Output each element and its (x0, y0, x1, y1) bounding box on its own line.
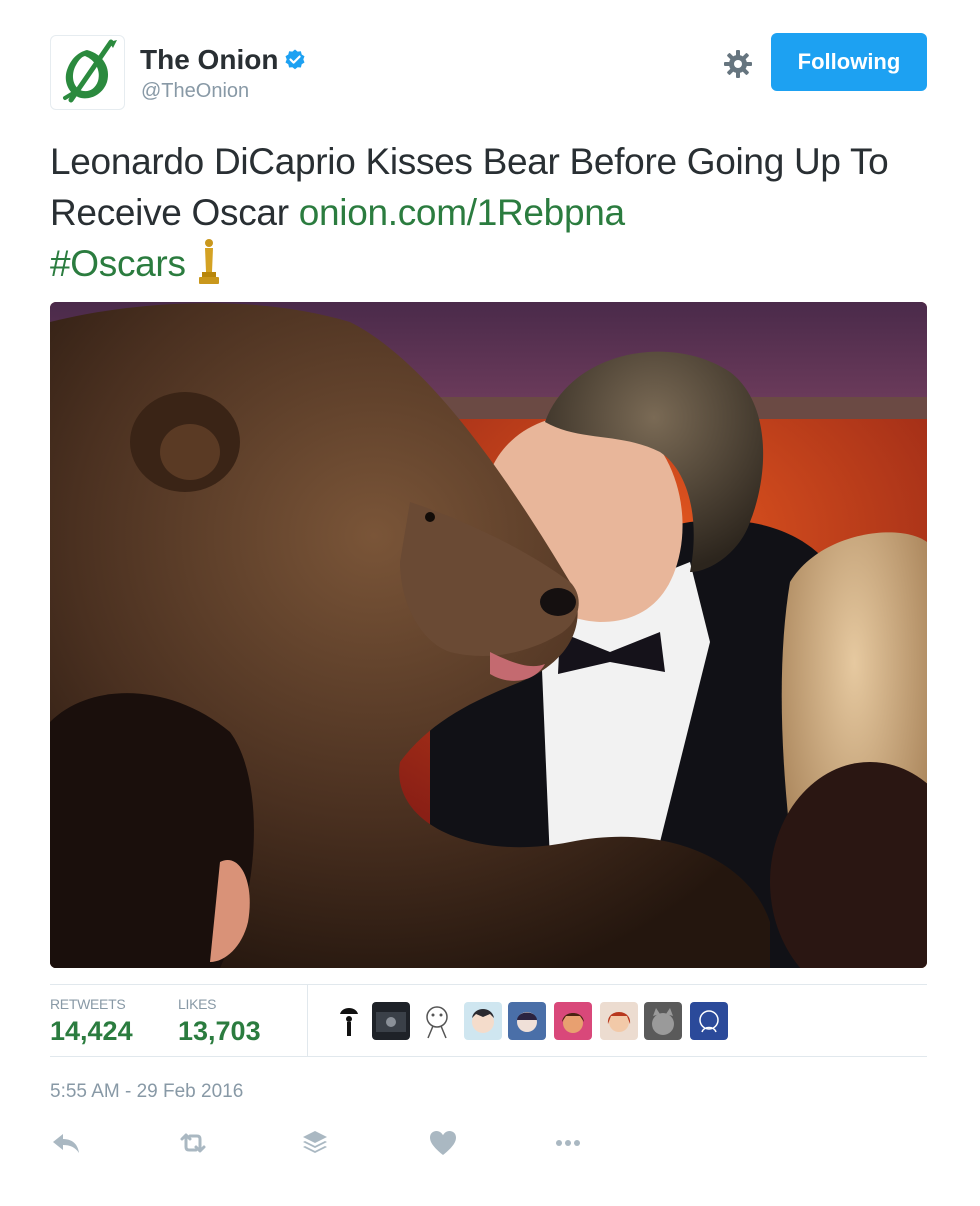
anime-avatar[interactable] (464, 1002, 502, 1040)
gear-icon[interactable] (722, 48, 754, 80)
verified-badge-icon (285, 49, 305, 70)
tweet-text: Leonardo DiCaprio Kisses Bear Before Goi… (50, 136, 940, 289)
tweet-photo[interactable] (50, 302, 927, 968)
handle[interactable]: @TheOnion (141, 80, 249, 103)
likes-count[interactable]: 13,703 (178, 1016, 261, 1047)
avatar[interactable] (50, 35, 125, 110)
oscar-statuette-icon (198, 239, 219, 284)
following-button[interactable]: Following (771, 33, 927, 91)
display-name[interactable]: The Onion (140, 44, 278, 76)
stats-divider-bottom (50, 1056, 927, 1057)
bear-kiss-photo (50, 302, 927, 968)
hashtag-link[interactable]: #Oscars (50, 243, 186, 284)
meme-face-avatar[interactable] (418, 1002, 456, 1040)
reply-icon[interactable] (50, 1127, 82, 1159)
more-dots-icon[interactable] (552, 1127, 584, 1159)
redhead-avatar[interactable] (600, 1002, 638, 1040)
selfie-avatar[interactable] (554, 1002, 592, 1040)
stats-divider-vertical (307, 985, 308, 1056)
retweet-icon[interactable] (177, 1127, 209, 1159)
onion-logo-icon (63, 39, 117, 103)
cat-avatar[interactable] (644, 1002, 682, 1040)
buffer-stack-icon[interactable] (299, 1127, 331, 1159)
likes-label: LIKES (178, 996, 217, 1012)
cartoon-avatar[interactable] (508, 1002, 546, 1040)
tweet-link[interactable]: onion.com/1Rebpna (299, 192, 625, 233)
sketch-avatar[interactable] (690, 1002, 728, 1040)
retweets-label: RETWEETS (50, 996, 126, 1012)
umbrella-silhouette-avatar[interactable] (330, 1002, 368, 1040)
photo-avatar[interactable] (372, 1002, 410, 1040)
retweets-count[interactable]: 14,424 (50, 1016, 133, 1047)
timestamp[interactable]: 5:55 AM - 29 Feb 2016 (50, 1081, 243, 1103)
stats-divider-top (50, 984, 927, 985)
heart-icon[interactable] (427, 1127, 459, 1159)
